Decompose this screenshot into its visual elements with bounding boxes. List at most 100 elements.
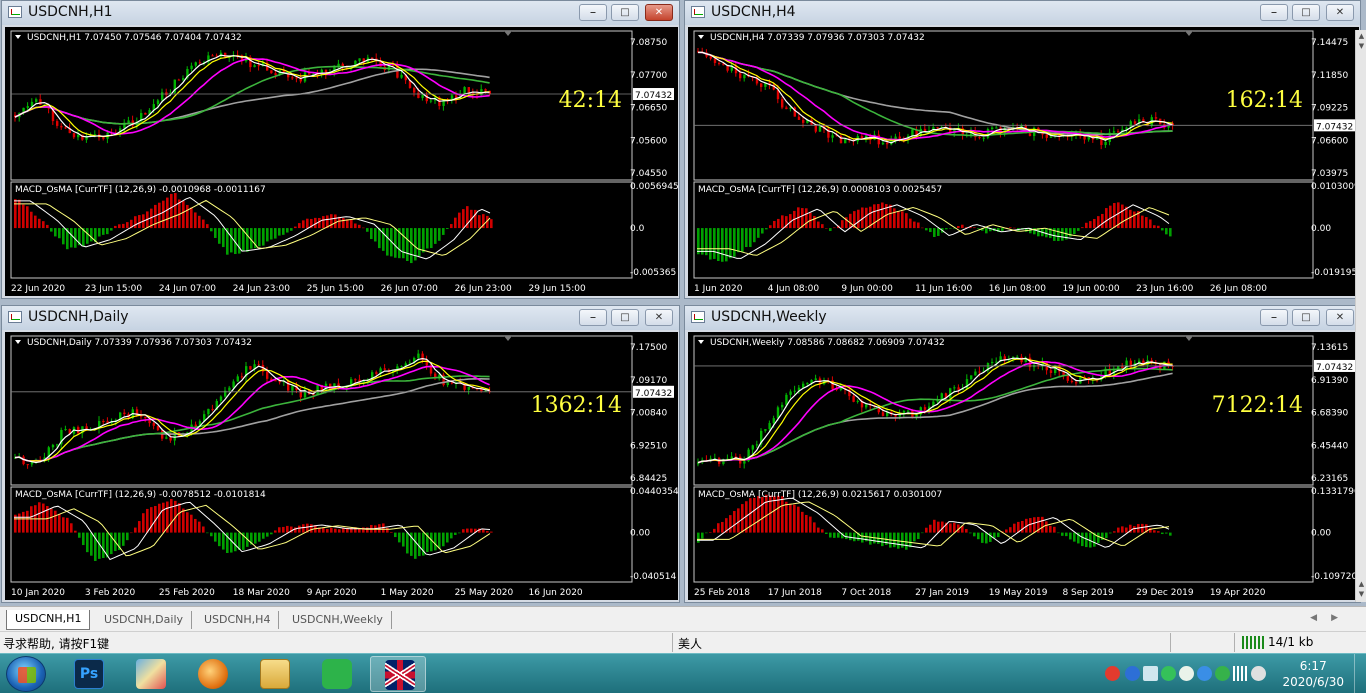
status-profile[interactable]: 美人: [678, 635, 702, 652]
scroll-up-icon-lower[interactable]: ▲: [1357, 580, 1366, 588]
chart-window-weekly[interactable]: USDCNH,Weekly ⎯ □ ✕ 7.07432 7.13615 6.9139…: [684, 305, 1361, 603]
close-button[interactable]: ✕: [1326, 4, 1354, 21]
macd-histogram-bar: [194, 518, 197, 533]
macd-histogram-bar: [370, 228, 373, 240]
chart-area[interactable]: 7.07432 7.17500 7.09170 7.00840 6.92510 6.844…: [5, 332, 678, 600]
uk-flag-icon: [385, 660, 415, 690]
maximize-button[interactable]: □: [1292, 309, 1320, 326]
tray-wechat-icon[interactable]: [1161, 666, 1176, 681]
scroll-down-icon-lower[interactable]: ▼: [1357, 590, 1366, 598]
macd-histogram-bar: [90, 228, 93, 242]
macd-histogram-bar: [985, 228, 988, 234]
taskbar-photoshop[interactable]: Ps: [60, 656, 116, 692]
candle-body: [51, 444, 55, 448]
time-axis-label: 11 Jun 16:00: [915, 284, 972, 294]
macd-histogram-bar: [446, 532, 449, 543]
maximize-button[interactable]: □: [611, 4, 639, 21]
macd-histogram-bar: [985, 532, 988, 544]
taskbar-explorer[interactable]: [246, 656, 302, 692]
window-titlebar[interactable]: USDCNH,H1 ⎯ □ ✕: [2, 1, 679, 25]
chart-svg-daily[interactable]: 7.07432 7.17500 7.09170 7.00840 6.92510 6.844…: [5, 332, 678, 600]
macd-histogram-bar: [66, 517, 69, 533]
chart-svg-weekly[interactable]: 7.07432 7.13615 6.91390 6.68390 6.45440 6.231…: [688, 332, 1359, 600]
taskbar-trading-terminal[interactable]: [370, 656, 426, 692]
macd-label: MACD_OsMA [CurrTF] (12,26,9) -0.0010968 …: [15, 185, 266, 195]
candle-body: [995, 127, 998, 129]
taskbar-wechat[interactable]: [308, 656, 364, 692]
tab-usdcnh-h1[interactable]: USDCNH,H1: [6, 610, 91, 630]
candle-body: [417, 92, 420, 98]
macd-histogram-bar: [114, 225, 117, 229]
candle-body: [781, 404, 784, 408]
tab-scroll-arrows-icon[interactable]: ◀▶: [1310, 613, 1352, 623]
candle-body: [991, 127, 994, 130]
macd-histogram-bar: [729, 515, 732, 533]
candle-body: [907, 410, 910, 412]
macd-histogram-bar: [338, 216, 341, 229]
vertical-scrollbar[interactable]: ▲ ▼ ▲ ▼: [1355, 30, 1366, 602]
tray-sogou-icon[interactable]: [1105, 666, 1120, 681]
chart-window-h1[interactable]: USDCNH,H1 ⎯ □ ✕ 7.07432 7.08750 7.07700 7.0…: [1, 0, 680, 299]
minimize-button[interactable]: ⎯: [579, 4, 607, 21]
macd-histogram-bar: [126, 532, 129, 541]
macd-histogram-bar: [745, 228, 748, 248]
window-titlebar[interactable]: USDCNH,Weekly ⎯ □ ✕: [685, 306, 1360, 330]
close-button[interactable]: ✕: [1326, 309, 1354, 326]
tab-usdcnh-h4[interactable]: USDCNH,H4: [196, 611, 280, 629]
macd-histogram-bar: [905, 532, 908, 550]
macd-histogram-bar: [194, 212, 197, 229]
chart-area[interactable]: 7.07432 7.13615 6.91390 6.68390 6.45440 6.231…: [688, 332, 1359, 600]
candle-body: [30, 101, 34, 107]
chart-area[interactable]: 7.07432 7.14475 7.11850 7.09225 7.06600 7.039…: [688, 27, 1359, 296]
macd-histogram-bar: [330, 527, 333, 533]
maximize-button[interactable]: □: [611, 309, 639, 326]
macd-histogram-bar: [905, 213, 908, 229]
shift-marker-icon: [504, 336, 512, 341]
tab-usdcnh-daily[interactable]: USDCNH,Daily: [96, 611, 193, 629]
tray-volume-muted-icon[interactable]: [1251, 666, 1266, 681]
tray-signal-icon[interactable]: [1233, 666, 1248, 681]
candle-body: [751, 445, 754, 450]
taskbar-paint[interactable]: [122, 656, 178, 692]
tab-usdcnh-weekly[interactable]: USDCNH,Weekly: [284, 611, 392, 629]
minimize-button[interactable]: ⎯: [579, 309, 607, 326]
minimize-button[interactable]: ⎯: [1260, 309, 1288, 326]
tray-help-icon[interactable]: [1125, 666, 1140, 681]
close-button[interactable]: ✕: [645, 309, 673, 326]
chart-area[interactable]: 7.07432 7.08750 7.07700 7.06650 7.05600 7.045…: [5, 27, 678, 296]
chart-window-daily[interactable]: USDCNH,Daily ⎯ □ ✕ 7.07432 7.17500 7.09170…: [1, 305, 680, 603]
close-button[interactable]: ✕: [645, 4, 673, 21]
tray-security-icon[interactable]: [1215, 666, 1230, 681]
scroll-down-icon[interactable]: ▼: [1357, 42, 1366, 50]
macd-histogram-bar: [354, 223, 357, 229]
start-button[interactable]: [6, 656, 46, 692]
chart-window-h4[interactable]: USDCNH,H4 ⎯ □ ✕ 7.07432 7.14475 7.11850 7.0…: [684, 0, 1361, 299]
macd-histogram-bar: [893, 208, 896, 229]
time-axis-label: 4 Jun 08:00: [768, 284, 820, 294]
time-axis-label: 24 Jun 07:00: [159, 284, 216, 294]
tray-network-icon[interactable]: [1143, 666, 1158, 681]
show-desktop-button[interactable]: [1354, 654, 1366, 693]
taskbar-app-orange[interactable]: [184, 656, 240, 692]
macd-histogram-bar: [845, 532, 848, 540]
candle-body: [400, 74, 403, 78]
candle-body: [236, 376, 239, 382]
system-clock[interactable]: 6:17 2020/6/30: [1282, 658, 1344, 690]
tray-chat-icon[interactable]: [1179, 666, 1194, 681]
macd-histogram-bar: [278, 527, 281, 533]
scroll-up-icon[interactable]: ▲: [1357, 32, 1366, 40]
window-titlebar[interactable]: USDCNH,H4 ⎯ □ ✕: [685, 1, 1360, 25]
macd-histogram-bar: [1097, 532, 1100, 544]
minimize-button[interactable]: ⎯: [1260, 4, 1288, 21]
macd-histogram-bar: [342, 218, 345, 229]
macd-histogram-bar: [1029, 518, 1032, 533]
window-titlebar[interactable]: USDCNH,Daily ⎯ □ ✕: [2, 306, 679, 330]
chart-svg-h4[interactable]: 7.07432 7.14475 7.11850 7.09225 7.06600 7.039…: [688, 27, 1359, 296]
macd-histogram-bar: [122, 223, 125, 229]
macd-histogram-bar: [701, 532, 704, 539]
chart-svg-h1[interactable]: 7.07432 7.08750 7.07700 7.06650 7.05600 7.045…: [5, 27, 678, 296]
maximize-button[interactable]: □: [1292, 4, 1320, 21]
tray-shield-icon[interactable]: [1197, 666, 1212, 681]
time-axis-label: 23 Jun 16:00: [1136, 284, 1193, 294]
macd-histogram-bar: [162, 200, 165, 229]
